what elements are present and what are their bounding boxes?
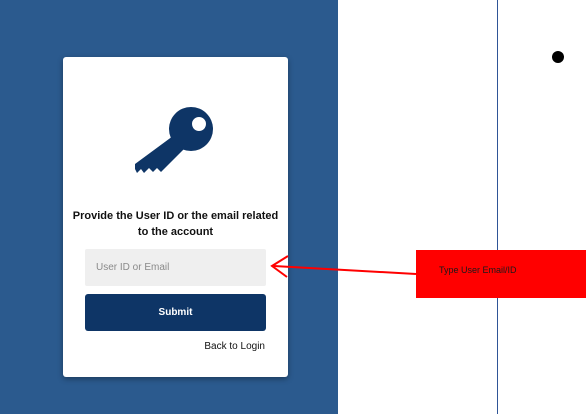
slide-divider [497, 0, 498, 414]
annotation-callout: Type User Email/ID [416, 250, 586, 298]
bullet-dot-icon [552, 51, 564, 63]
submit-button[interactable]: Submit [85, 294, 266, 331]
user-id-input[interactable] [85, 249, 266, 286]
reset-card: Provide the User ID or the email related… [63, 57, 288, 377]
card-title: Provide the User ID or the email related… [72, 210, 279, 238]
callout-text: Type User Email/ID [439, 265, 517, 275]
screenshot-panel: Provide the User ID or the email related… [0, 0, 338, 414]
back-to-login-link[interactable]: Back to Login [204, 341, 265, 352]
key-icon [135, 107, 213, 173]
